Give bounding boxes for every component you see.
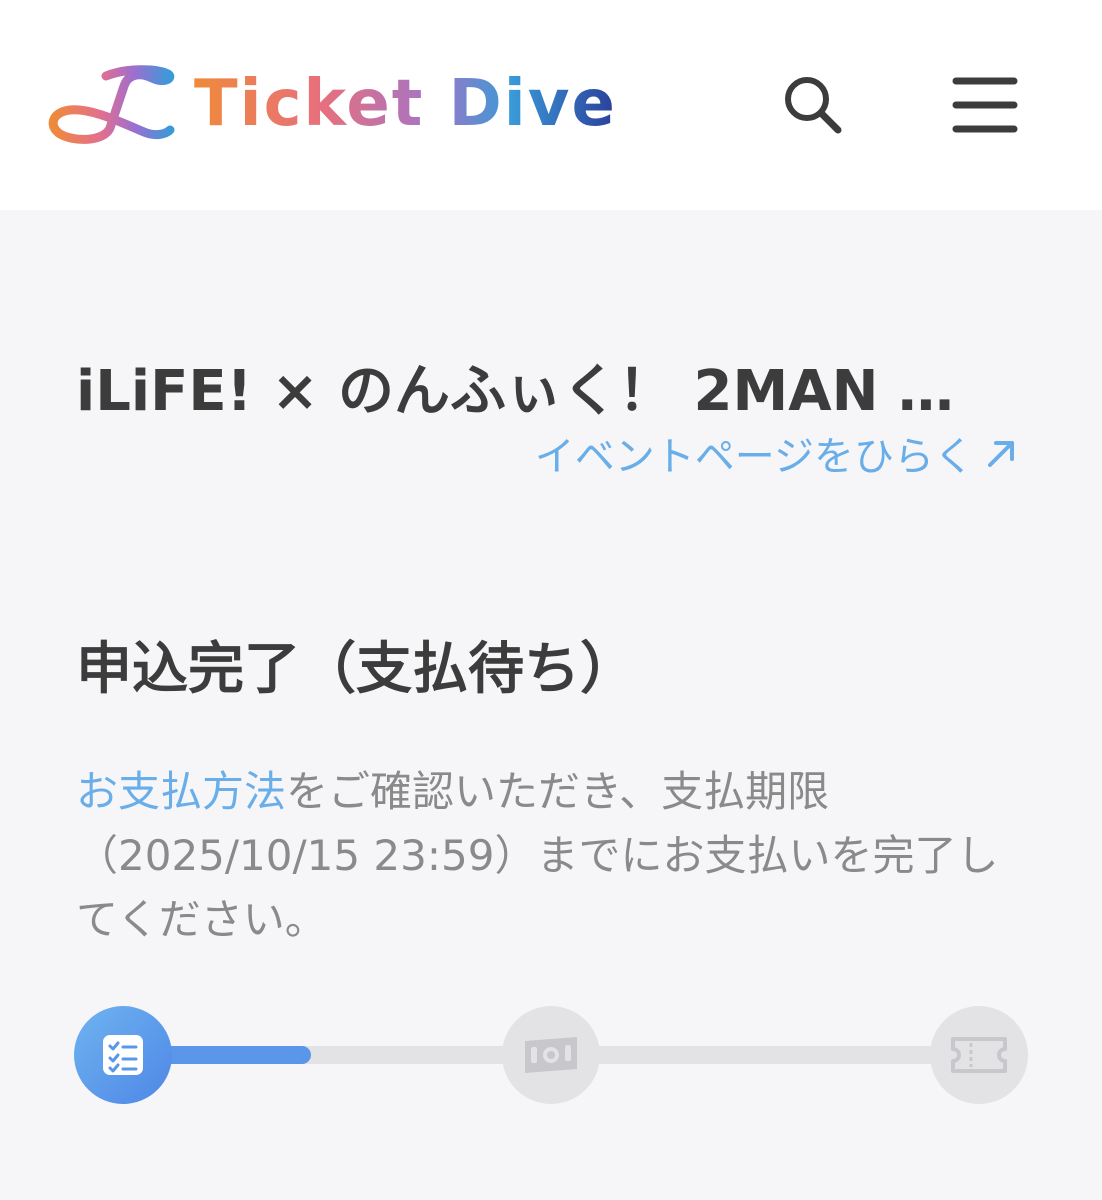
step-payment	[502, 1006, 600, 1104]
payment-method-link[interactable]: お支払方法	[76, 767, 286, 816]
search-icon	[785, 77, 842, 134]
search-button[interactable]	[780, 72, 846, 138]
open-event-page-link[interactable]: イベントページをひらく	[535, 424, 1020, 482]
step-application	[74, 1006, 172, 1104]
event-title: iLiFE! × のんふぃく！ 2MAN …	[76, 358, 954, 424]
ticket-icon	[951, 1037, 1007, 1073]
step-ticket	[930, 1006, 1028, 1104]
hamburger-menu-icon	[952, 77, 1018, 133]
logo-mark-icon	[48, 65, 175, 144]
checklist-icon	[103, 1035, 143, 1075]
payment-instructions: お支払方法をご確認いただき、支払期限（2025/10/15 23:59）までにお…	[76, 760, 1036, 952]
arrow-up-right-icon	[988, 441, 1014, 467]
banknote-icon	[525, 1037, 577, 1073]
menu-button[interactable]	[950, 72, 1020, 138]
open-event-page-label: イベントページをひらく	[534, 434, 974, 480]
progress-stepper	[74, 1006, 1028, 1104]
logo-text: Ticket Dive	[194, 62, 617, 146]
app-header: Ticket Dive	[0, 0, 1102, 210]
ticket-dive-logo[interactable]: Ticket Dive	[46, 62, 617, 146]
status-heading: 申込完了（支払待ち）	[76, 637, 636, 703]
